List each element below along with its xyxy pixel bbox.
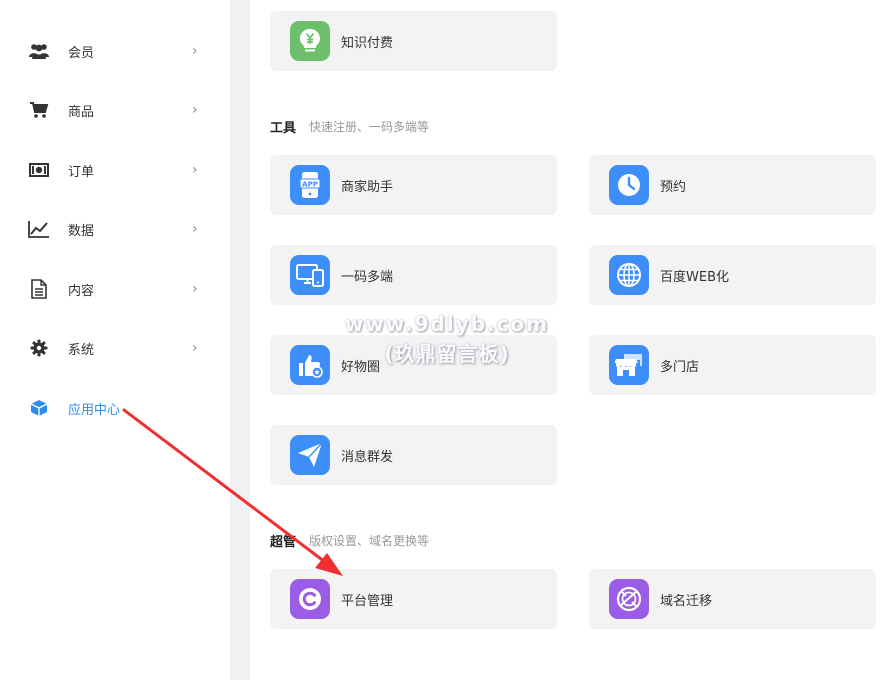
app-card-label: 一码多端 bbox=[341, 269, 394, 285]
sidebar-item-label: 应用中心 bbox=[68, 402, 121, 418]
app-card-reservation[interactable]: 预约 bbox=[589, 155, 876, 215]
compass-icon bbox=[609, 579, 649, 619]
globe-icon bbox=[609, 255, 649, 295]
cube-icon bbox=[28, 397, 50, 419]
chevron-right-icon: › bbox=[192, 43, 198, 59]
sidebar-item-system[interactable]: 系统 › bbox=[0, 328, 230, 368]
sidebar-item-content[interactable]: 内容 › bbox=[0, 269, 230, 309]
sidebar-item-data[interactable]: 数据 › bbox=[0, 209, 230, 249]
app-card-knowledge-pay[interactable]: 知识付费 bbox=[270, 11, 557, 71]
sidebar-item-label: 会员 bbox=[68, 45, 95, 61]
section-subtitle-admin: 版权设置、域名更换等 bbox=[309, 534, 430, 548]
app-card-multi-platform[interactable]: 一码多端 bbox=[270, 245, 557, 305]
document-icon bbox=[28, 278, 50, 300]
clock-icon bbox=[609, 165, 649, 205]
section-title-tools: 工具 bbox=[270, 121, 297, 136]
thumb-up-icon bbox=[290, 345, 330, 385]
yen-bulb-icon bbox=[290, 21, 330, 61]
chart-line-icon bbox=[28, 218, 50, 240]
sidebar-item-app-center[interactable]: 应用中心 bbox=[0, 388, 230, 428]
sidebar-item-label: 订单 bbox=[68, 164, 95, 180]
app-card-good-things-circle[interactable]: 好物圈 bbox=[270, 335, 557, 395]
sidebar-item-label: 商品 bbox=[68, 104, 95, 120]
cart-icon bbox=[28, 99, 50, 121]
app-card-baidu-web[interactable]: 百度WEB化 bbox=[589, 245, 876, 305]
c-logo-icon bbox=[290, 579, 330, 619]
section-subtitle-tools: 快速注册、一码多端等 bbox=[309, 120, 430, 134]
app-card-platform-management[interactable]: 平台管理 bbox=[270, 569, 557, 629]
sidebar-item-products[interactable]: 商品 › bbox=[0, 90, 230, 130]
sidebar-item-orders[interactable]: 订单 › bbox=[0, 150, 230, 190]
app-card-label: 知识付费 bbox=[341, 35, 394, 51]
app-card-label: 商家助手 bbox=[341, 179, 394, 195]
app-phone-icon: APP bbox=[290, 165, 330, 205]
sidebar-item-members[interactable]: 会员 › bbox=[0, 31, 230, 71]
money-icon bbox=[28, 159, 50, 181]
multi-device-icon bbox=[290, 255, 330, 295]
app-card-label: 平台管理 bbox=[341, 593, 394, 609]
app-card-label: 域名迁移 bbox=[660, 593, 713, 609]
app-card-label: 消息群发 bbox=[341, 449, 394, 465]
chevron-right-icon: › bbox=[192, 221, 198, 237]
gear-icon bbox=[28, 337, 50, 359]
chevron-right-icon: › bbox=[192, 281, 198, 297]
app-card-label: 多门店 bbox=[660, 359, 700, 375]
chevron-right-icon: › bbox=[192, 162, 198, 178]
section-title-admin: 超管 bbox=[270, 535, 297, 550]
chevron-right-icon: › bbox=[192, 340, 198, 356]
sidebar-item-label: 系统 bbox=[68, 342, 95, 358]
sidebar: 会员 › 商品 › 订单 › 数据 › 内容 › 系统 › 应用中心 bbox=[0, 0, 230, 680]
paper-plane-icon bbox=[290, 435, 330, 475]
sidebar-item-label: 内容 bbox=[68, 283, 95, 299]
users-icon bbox=[28, 40, 50, 62]
app-window: 会员 › 商品 › 订单 › 数据 › 内容 › 系统 › 应用中心 知识付费 … bbox=[0, 0, 891, 680]
sidebar-item-label: 数据 bbox=[68, 223, 95, 239]
store-icon bbox=[609, 345, 649, 385]
layout-gutter bbox=[230, 0, 250, 680]
app-card-label: 预约 bbox=[660, 179, 687, 195]
app-card-domain-migration[interactable]: 域名迁移 bbox=[589, 569, 876, 629]
app-card-merchant-assistant[interactable]: APP 商家助手 bbox=[270, 155, 557, 215]
app-card-label: 百度WEB化 bbox=[660, 269, 729, 285]
app-card-label: 好物圈 bbox=[341, 359, 381, 375]
app-center-panel: 知识付费 工具 快速注册、一码多端等 APP 商家助手 预约 一码多端 百度WE… bbox=[250, 0, 891, 680]
svg-text:APP: APP bbox=[302, 180, 318, 188]
app-card-message-broadcast[interactable]: 消息群发 bbox=[270, 425, 557, 485]
app-card-multi-store[interactable]: 多门店 bbox=[589, 335, 876, 395]
chevron-right-icon: › bbox=[192, 102, 198, 118]
